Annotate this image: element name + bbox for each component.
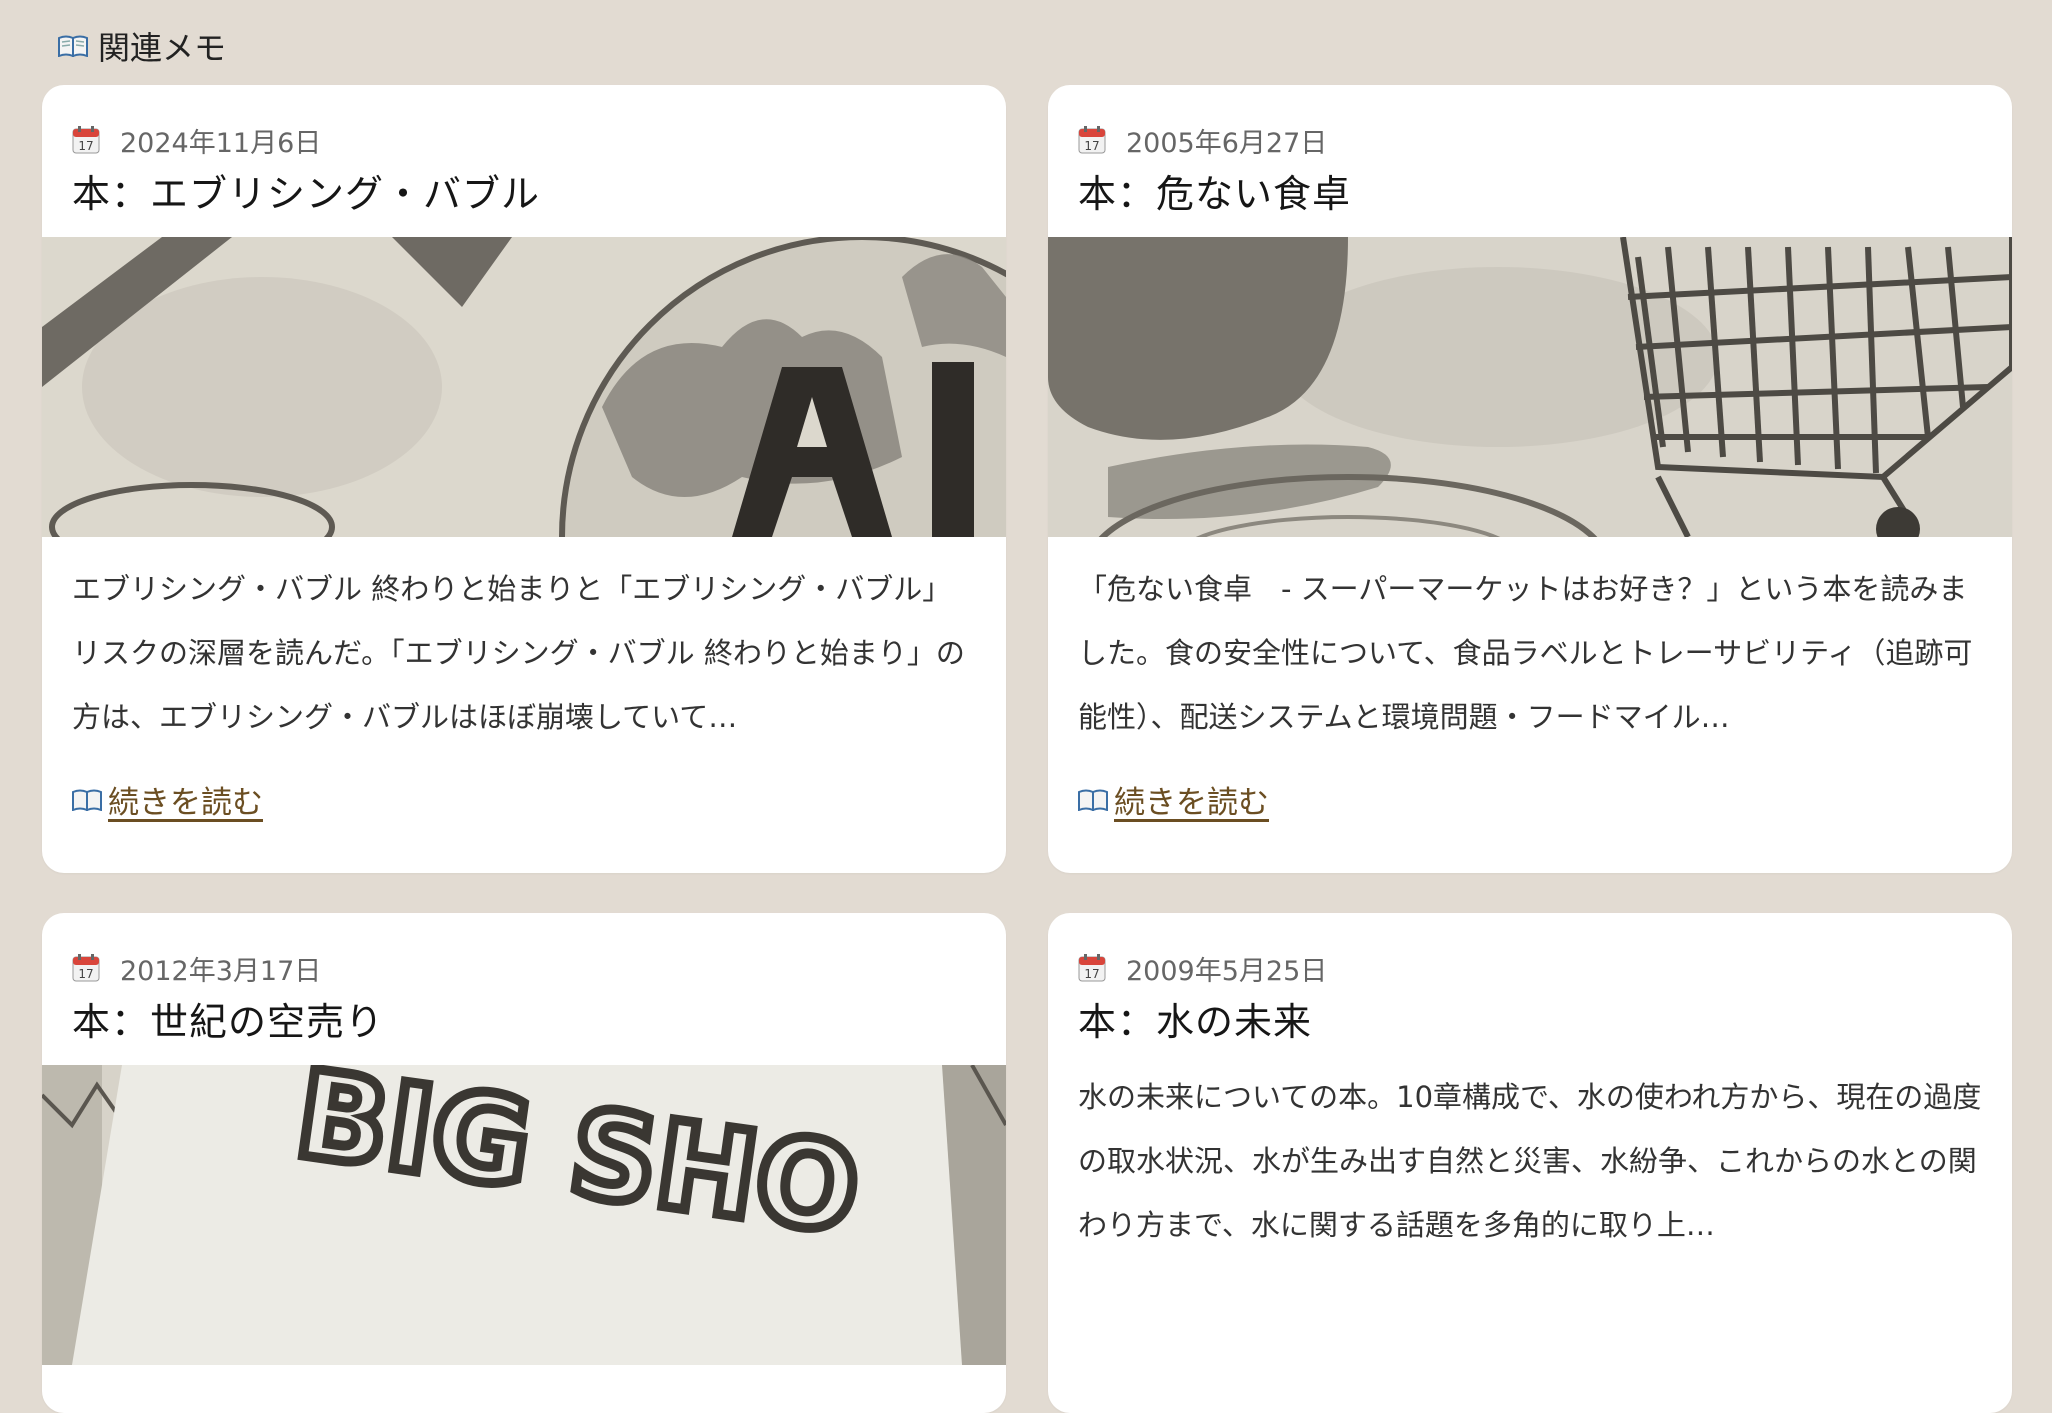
calendar-icon: 17 [1078, 126, 1106, 154]
card-date-row: 17 2005年6月27日 [1078, 123, 1982, 159]
memo-card[interactable]: 17 2009年5月25日 本：水の未来 水の未来についての本。10章構成で、水… [1048, 913, 2012, 1413]
card-date-row: 17 2009年5月25日 [1078, 951, 1982, 987]
card-date: 2009年5月25日 [1126, 955, 1328, 987]
memo-card[interactable]: 17 2012年3月17日 本：世紀の空売り BIG SHO [42, 913, 1006, 1413]
svg-text:17: 17 [78, 967, 93, 981]
card-date-row: 17 2024年11月6日 [72, 123, 976, 159]
card-title[interactable]: 本：エブリシング・バブル [72, 171, 976, 217]
svg-text:17: 17 [1084, 967, 1099, 981]
card-title[interactable]: 本：危ない食卓 [1078, 171, 1982, 217]
card-excerpt: 「危ない食卓 - スーパーマーケットはお好き？」という本を読みました。食の安全性… [1078, 572, 1973, 734]
card-thumbnail[interactable]: BIG SHO [42, 1065, 1006, 1365]
read-more-label[interactable]: 続きを読む [108, 777, 263, 822]
open-book-icon [1078, 789, 1108, 811]
calendar-icon: 17 [1078, 954, 1106, 982]
card-date-row: 17 2012年3月17日 [72, 951, 976, 987]
card-title[interactable]: 本：世紀の空売り [72, 999, 976, 1045]
card-date: 2005年6月27日 [1126, 127, 1328, 159]
card-title[interactable]: 本：水の未来 [1078, 999, 1982, 1045]
section-title: 関連メモ [98, 29, 227, 67]
card-date: 2024年11月6日 [120, 127, 322, 159]
memo-card[interactable]: 17 2005年6月27日 本：危ない食卓 「危ない食卓 - スーパーマーケット… [1048, 85, 2012, 873]
card-excerpt: 水の未来についての本。10章構成で、水の使われ方から、現在の過度の取水状況、水が… [1078, 1080, 1982, 1242]
memo-card-grid: 17 2024年11月6日 本：エブリシング・バブル エブリシング・バブル 終わ… [42, 85, 2012, 1413]
card-excerpt: エブリシング・バブル 終わりと始まりと「エブリシング・バブル」リスクの深層を読ん… [72, 572, 965, 734]
card-thumbnail[interactable] [1048, 237, 2012, 537]
svg-text:17: 17 [78, 139, 93, 153]
calendar-icon: 17 [72, 954, 100, 982]
read-more-link[interactable]: 続きを読む [42, 749, 1006, 854]
open-book-icon [58, 35, 88, 57]
card-date: 2012年3月17日 [120, 955, 322, 987]
memo-card[interactable]: 17 2024年11月6日 本：エブリシング・バブル エブリシング・バブル 終わ… [42, 85, 1006, 873]
read-more-link[interactable]: 続きを読む [1048, 749, 2012, 854]
svg-text:17: 17 [1084, 139, 1099, 153]
calendar-icon: 17 [72, 126, 100, 154]
card-thumbnail[interactable] [42, 237, 1006, 537]
open-book-icon [72, 789, 102, 811]
section-header: 関連メモ [58, 22, 226, 70]
read-more-label[interactable]: 続きを読む [1114, 777, 1269, 822]
